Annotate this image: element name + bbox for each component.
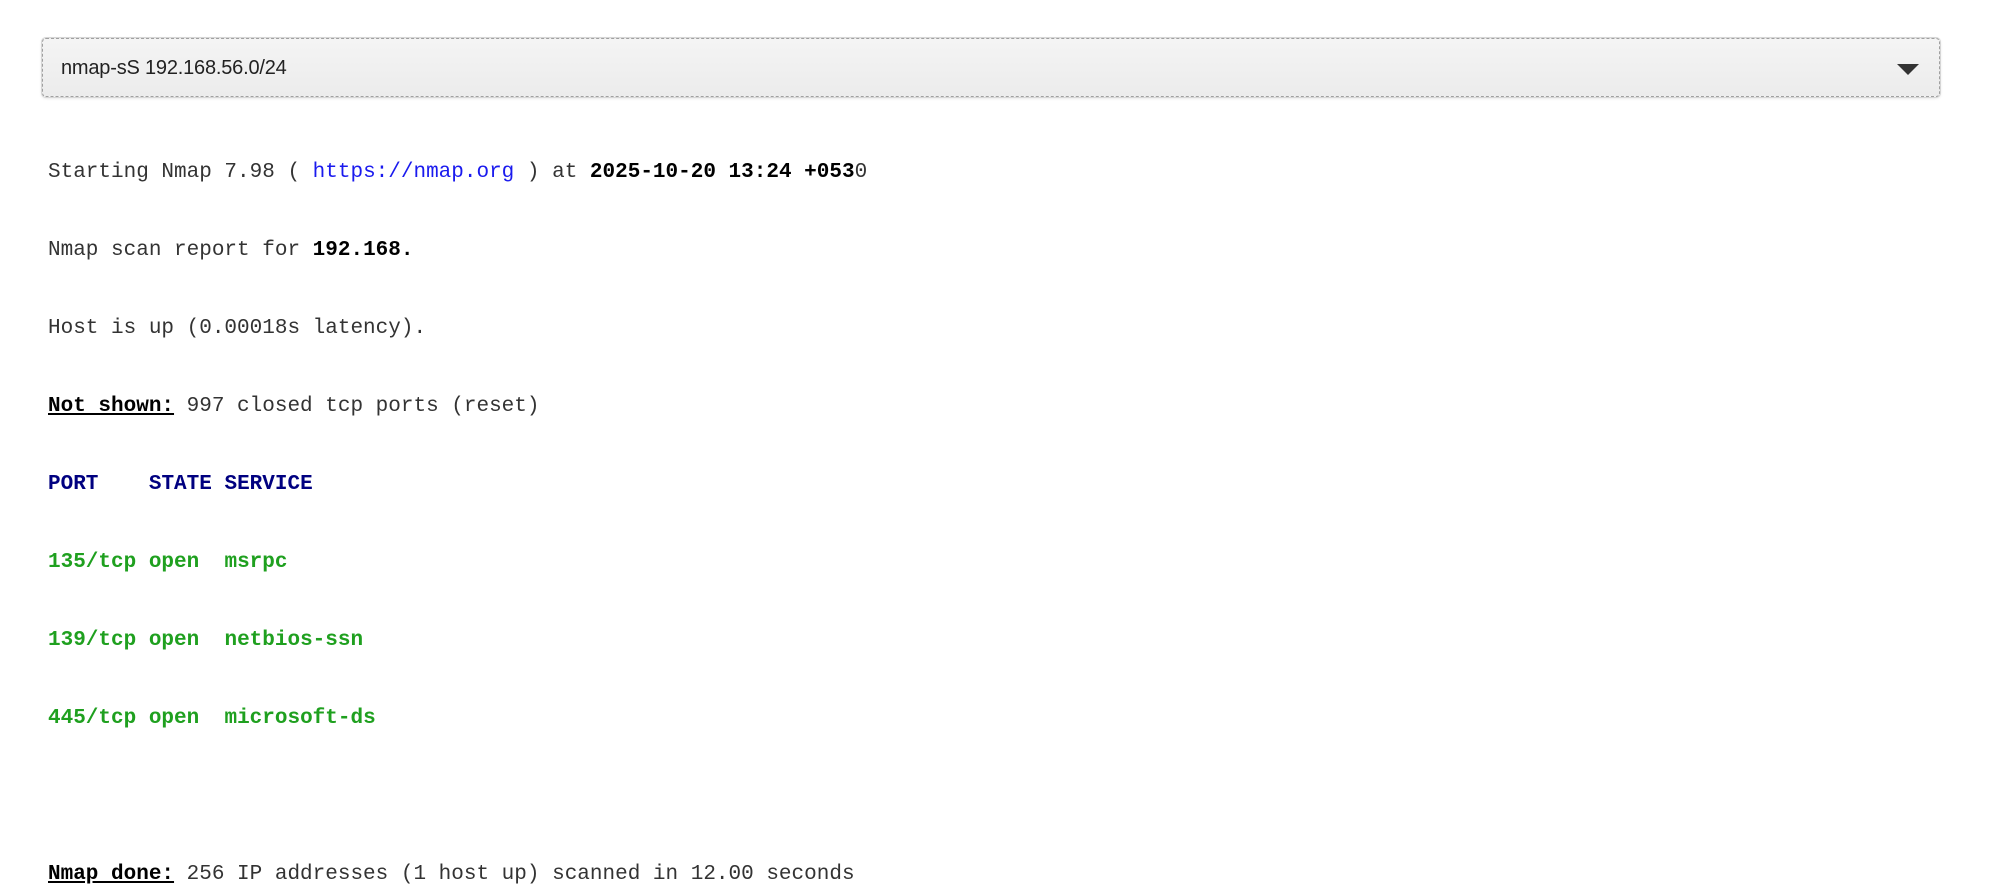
report-line: Nmap scan report for 192.168. [48, 238, 867, 264]
start-datetime: 2025-10-20 13:24 +053 [589, 161, 855, 184]
chevron-down-icon[interactable] [1897, 64, 1919, 75]
start-mid: ) at [514, 161, 590, 184]
table-row: 445/tcp open microsoft-ds [48, 706, 867, 732]
table-row: 135/tcp open msrpc [48, 550, 867, 576]
service-cell: netbios-ssn [224, 629, 364, 652]
service-cell: msrpc [224, 551, 288, 574]
header-port: PORT [48, 473, 99, 496]
state-cell: open [148, 707, 200, 730]
table-row: 139/tcp open netbios-ssn [48, 628, 867, 654]
ports-table-header: PORT STATE SERVICE [48, 472, 867, 498]
state-cell: open [148, 629, 200, 652]
header-service: SERVICE [224, 473, 313, 496]
report-host: 192.168. [312, 239, 414, 262]
not-shown-line: Not shown: 997 closed tcp ports (reset) [48, 394, 867, 420]
done-line: Nmap done: 256 IP addresses (1 host up) … [48, 862, 867, 886]
start-line: Starting Nmap 7.98 ( https://nmap.org ) … [48, 160, 867, 186]
start-prefix: Starting Nmap 7.98 ( [48, 161, 313, 184]
report-prefix: Nmap scan report for [48, 239, 313, 262]
port-cell: 445/tcp [48, 707, 137, 730]
header-state: STATE [148, 473, 212, 496]
host-status-line: Host is up (0.00018s latency). [48, 317, 427, 340]
not-shown-text: 997 closed tcp ports (reset) [174, 395, 540, 418]
not-shown-label: Not shown: [48, 395, 175, 418]
command-dropdown[interactable]: nmap-sS 192.168.56.0/24 [42, 38, 1940, 97]
start-tail: 0 [854, 161, 868, 184]
scan-output: Starting Nmap 7.98 ( https://nmap.org ) … [48, 108, 867, 886]
service-cell: microsoft-ds [224, 707, 376, 730]
done-text: 256 IP addresses (1 host up) scanned in … [174, 863, 855, 886]
port-cell: 139/tcp [48, 629, 137, 652]
state-cell: open [148, 551, 200, 574]
done-label: Nmap done: [48, 863, 175, 886]
command-text: nmap-sS 192.168.56.0/24 [61, 57, 287, 79]
port-cell: 135/tcp [48, 551, 137, 574]
nmap-url-link[interactable]: https://nmap.org [313, 161, 515, 184]
